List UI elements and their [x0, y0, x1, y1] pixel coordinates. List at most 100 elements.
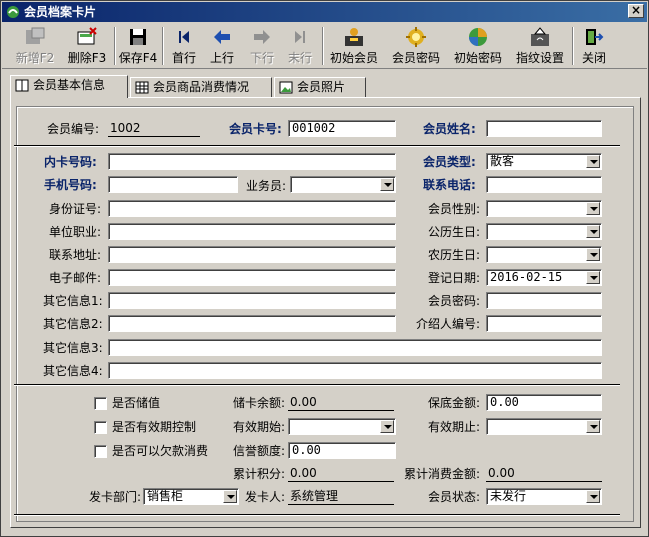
min-amount-input[interactable]: 0.00 — [486, 394, 602, 411]
valid-from-label: 有效期始: — [233, 420, 286, 434]
exit-door-icon — [586, 29, 604, 45]
divider — [14, 384, 620, 386]
init-password-button[interactable]: 初始密码 — [450, 25, 506, 67]
last-button[interactable]: 末行 — [284, 25, 316, 67]
points-label: 累计积分: — [233, 467, 286, 481]
new-card-icon — [26, 27, 45, 44]
chevron-down-icon[interactable] — [586, 420, 600, 433]
mobile-input[interactable] — [108, 176, 238, 193]
lunar-birthday-select[interactable] — [486, 246, 602, 263]
member-no-label: 会员编号: — [47, 122, 100, 136]
issuer-label: 发卡人: — [245, 490, 286, 504]
points-value: 0.00 — [288, 465, 394, 482]
fingerprint-icon — [531, 27, 549, 46]
valid-from-select[interactable] — [288, 418, 396, 435]
address-label: 联系地址: — [49, 248, 102, 262]
referrer-label: 介绍人编号: — [416, 317, 481, 331]
inner-card-input[interactable] — [108, 153, 396, 170]
reg-date-label: 登记日期: — [428, 271, 481, 285]
gender-label: 会员性别: — [428, 202, 481, 216]
credit-limit-input[interactable]: 0.00 — [288, 442, 396, 459]
other3-input[interactable] — [108, 339, 602, 356]
referrer-input[interactable] — [486, 315, 602, 332]
status-label: 会员状态: — [428, 490, 481, 504]
delete-button[interactable]: 删除F3 — [64, 25, 110, 67]
save-button[interactable]: 保存F4 — [118, 25, 158, 67]
other3-label: 其它信息3: — [43, 341, 103, 355]
other1-input[interactable] — [108, 292, 396, 309]
arrow-left-icon — [214, 30, 230, 44]
init-password-icon — [469, 28, 487, 46]
card-no-input[interactable]: 001002 — [288, 120, 396, 137]
status-select[interactable]: 未发行 — [486, 488, 602, 505]
chevron-down-icon[interactable] — [586, 248, 600, 261]
window-title: 会员档案卡片 — [24, 5, 97, 19]
issuer-value: 系统管理 — [288, 488, 394, 505]
prev-button[interactable]: 上行 — [206, 25, 238, 67]
chevron-down-icon[interactable] — [380, 420, 394, 433]
chevron-down-icon[interactable] — [586, 490, 600, 503]
valid-to-select[interactable] — [486, 418, 602, 435]
issue-dept-select[interactable]: 销售柜 — [143, 488, 239, 505]
email-label: 电子邮件: — [49, 271, 102, 285]
birthday-select[interactable] — [486, 223, 602, 240]
save-disk-icon — [130, 29, 146, 45]
password-input[interactable] — [486, 292, 602, 309]
company-input[interactable] — [108, 223, 396, 240]
member-name-input[interactable] — [486, 120, 602, 137]
credit-checkbox[interactable]: 是否可以欠款消费 — [94, 444, 208, 458]
password-gear-icon — [406, 27, 426, 47]
window-close-button[interactable]: × — [628, 4, 644, 18]
other1-label: 其它信息1: — [43, 294, 103, 308]
fingerprint-settings-button[interactable]: 指纹设置 — [512, 25, 568, 67]
tab-photo[interactable]: 会员照片 — [274, 77, 366, 97]
chevron-down-icon[interactable] — [223, 490, 237, 503]
app-icon — [7, 6, 19, 18]
delete-card-icon — [77, 27, 97, 45]
tab-consumption[interactable]: 会员商品消费情况 — [130, 77, 272, 97]
issue-dept-label: 发卡部门: — [89, 490, 142, 504]
member-password-button[interactable]: 会员密码 — [388, 25, 444, 67]
inner-card-label: 内卡号码: — [44, 155, 97, 169]
chevron-down-icon[interactable] — [586, 155, 600, 168]
total-spent-label: 累计消费金额: — [404, 467, 481, 481]
toolbar: 新增F2 删除F3 保存F4 首行 上行 下行 末行 初始会员 会员密码 初始密… — [2, 23, 647, 69]
id-card-input[interactable] — [108, 200, 396, 217]
book-icon — [15, 79, 29, 92]
member-name-label: 会员姓名: — [423, 122, 476, 136]
last-record-icon — [295, 31, 305, 43]
first-record-icon — [179, 31, 189, 43]
init-member-button[interactable]: 初始会员 — [326, 25, 382, 67]
member-type-select[interactable]: 散客 — [486, 153, 602, 170]
other4-input[interactable] — [108, 362, 602, 379]
chevron-down-icon[interactable] — [380, 178, 394, 191]
stored-balance-value: 0.00 — [288, 394, 394, 411]
new-button[interactable]: 新增F2 — [12, 25, 58, 67]
next-button[interactable]: 下行 — [246, 25, 278, 67]
other2-input[interactable] — [108, 315, 396, 332]
chevron-down-icon[interactable] — [586, 271, 600, 284]
salesman-select[interactable] — [290, 176, 396, 193]
close-button[interactable]: 关闭 — [576, 25, 612, 67]
arrow-right-icon — [254, 30, 270, 44]
password-label: 会员密码: — [428, 294, 481, 308]
gender-select[interactable] — [486, 200, 602, 217]
validity-control-checkbox[interactable]: 是否有效期控制 — [94, 420, 196, 434]
reg-date-select[interactable]: 2016-02-15 — [486, 269, 602, 286]
phone-input[interactable] — [486, 176, 602, 193]
first-button[interactable]: 首行 — [168, 25, 200, 67]
address-input[interactable] — [108, 246, 396, 263]
id-card-label: 身份证号: — [49, 202, 102, 216]
other4-label: 其它信息4: — [43, 364, 103, 378]
email-input[interactable] — [108, 269, 396, 286]
salesman-label: 业务员: — [246, 179, 287, 193]
mobile-label: 手机号码: — [44, 178, 97, 192]
stored-value-checkbox[interactable]: 是否储值 — [94, 396, 160, 410]
tab-basic-info[interactable]: 会员基本信息 — [10, 75, 128, 98]
chevron-down-icon[interactable] — [586, 202, 600, 215]
lunar-birthday-label: 农历生日: — [428, 248, 481, 262]
chevron-down-icon[interactable] — [586, 225, 600, 238]
divider — [14, 145, 620, 147]
credit-limit-label: 信誉额度: — [233, 444, 286, 458]
title-bar: 会员档案卡片 × — [2, 2, 647, 22]
